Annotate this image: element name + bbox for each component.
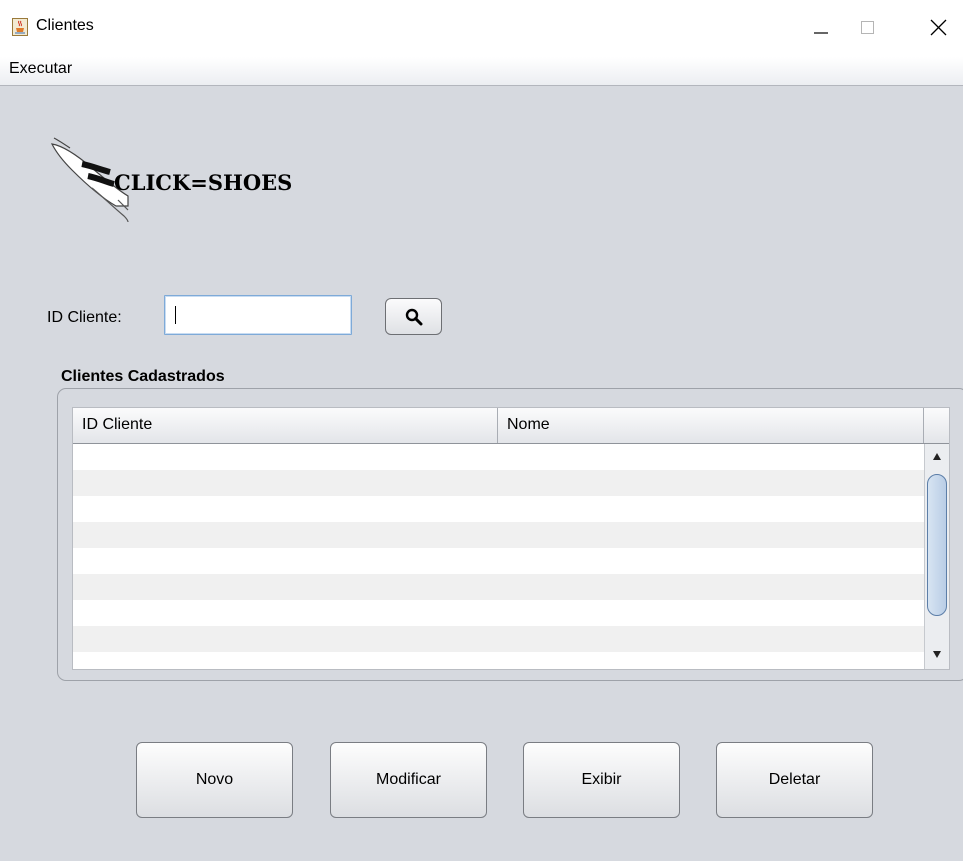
magnifier-icon <box>405 308 423 326</box>
main-content: CLICK=SHOES ID Cliente: Clientes Cadastr… <box>0 86 963 861</box>
table-row[interactable] <box>73 626 924 652</box>
table-header: ID Cliente Nome <box>73 408 949 444</box>
id-cliente-input[interactable] <box>164 295 352 335</box>
title-bar: Clientes <box>0 0 963 57</box>
table-row[interactable] <box>73 600 924 626</box>
click-shoes-logo: CLICK=SHOES <box>44 136 292 231</box>
table-row[interactable] <box>73 522 924 548</box>
modificar-button[interactable]: Modificar <box>330 742 487 818</box>
vertical-scrollbar[interactable] <box>924 444 949 669</box>
table-body[interactable] <box>73 444 924 669</box>
exibir-button[interactable]: Exibir <box>523 742 680 818</box>
table-row[interactable] <box>73 496 924 522</box>
table-row[interactable] <box>73 574 924 600</box>
deletar-button[interactable]: Deletar <box>716 742 873 818</box>
scroll-thumb[interactable] <box>927 474 947 616</box>
search-button[interactable] <box>385 298 442 335</box>
panel-title: Clientes Cadastrados <box>61 368 225 385</box>
novo-button[interactable]: Novo <box>136 742 293 818</box>
clientes-table: ID Cliente Nome <box>72 407 950 670</box>
window-title: Clientes <box>36 17 94 34</box>
close-button[interactable] <box>918 12 958 42</box>
scroll-down-arrow-icon[interactable] <box>927 644 947 664</box>
menu-executar[interactable]: Executar <box>9 60 72 78</box>
table-row[interactable] <box>73 548 924 574</box>
menu-bar: Executar <box>0 57 963 86</box>
table-row[interactable] <box>73 470 924 496</box>
header-corner <box>924 408 949 443</box>
column-header-nome[interactable]: Nome <box>498 408 924 443</box>
logo-text: CLICK=SHOES <box>114 170 293 195</box>
minimize-button[interactable] <box>804 12 844 42</box>
maximize-button[interactable] <box>853 12 893 42</box>
id-cliente-label: ID Cliente: <box>47 309 122 326</box>
text-caret <box>175 306 176 324</box>
table-row[interactable] <box>73 444 924 470</box>
column-header-id-cliente[interactable]: ID Cliente <box>73 408 498 443</box>
scroll-up-arrow-icon[interactable] <box>927 447 947 467</box>
java-cup-icon <box>12 18 28 36</box>
clientes-panel: ID Cliente Nome <box>57 388 963 681</box>
